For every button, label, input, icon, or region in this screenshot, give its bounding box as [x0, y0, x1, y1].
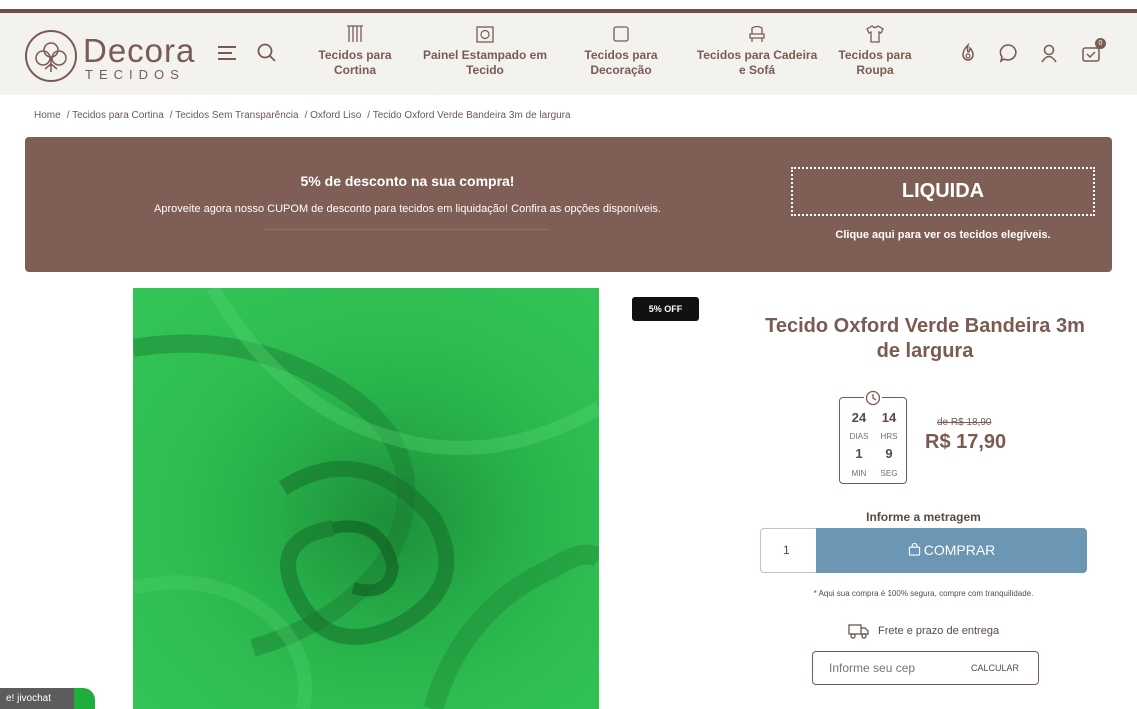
clock-icon — [864, 389, 882, 407]
chair-icon — [749, 25, 765, 42]
breadcrumb-home[interactable]: Home — [34, 110, 61, 121]
frame-icon — [476, 26, 494, 43]
discount-badge: 5% OFF — [632, 297, 699, 321]
nav-label-line2: Cortina — [334, 63, 376, 77]
promo-text: Aproveite agora nosso CUPOM de desconto … — [154, 203, 661, 215]
cart-count-badge: 0 — [1095, 38, 1106, 49]
nav-label-line1: Painel Estampado em — [422, 48, 548, 62]
breadcrumb-sem-transparencia[interactable]: Tecidos Sem Transparência — [175, 110, 298, 121]
search-icon[interactable] — [256, 42, 278, 64]
calculate-shipping-button[interactable]: CALCULAR — [971, 663, 1019, 673]
flame-icon[interactable] — [957, 42, 979, 64]
shipping-label: Frete e prazo de entrega — [878, 625, 1000, 637]
brand-logo[interactable]: Decora TECIDOS — [25, 28, 194, 84]
chat-icon[interactable] — [998, 42, 1020, 64]
coupon-code-button[interactable]: LIQUIDA — [791, 167, 1095, 216]
product-image[interactable] — [133, 288, 599, 709]
buy-button-label: COMPRAR — [923, 542, 996, 558]
nav-label-line2: Tecido — [466, 63, 504, 77]
timer-minutes: 1 — [855, 446, 863, 461]
secure-note: * Aqui sua compra é 100% segura, compre … — [813, 589, 1034, 598]
nav-label-line1: Tecidos para — [318, 48, 392, 62]
timer-days: 24 — [851, 410, 867, 425]
jivochat-label: e! jivochat — [0, 688, 74, 709]
bag-icon — [908, 542, 920, 556]
timer-days-label: DIAS — [849, 432, 869, 441]
countdown-timer: 24 DIAS 14 HRS 1 MIN 9 SEG — [839, 389, 907, 484]
site-header: Decora TECIDOS Tecidos para Cortina Pain… — [0, 13, 1137, 95]
truck-icon — [848, 624, 869, 639]
breadcrumb: Home / Tecidos para Cortina / Tecidos Sem … — [34, 110, 571, 121]
promo-banner: 5% de desconto na sua compra! Aproveite … — [25, 137, 1112, 272]
nav-label-line1: Tecidos para — [584, 48, 658, 62]
buy-button[interactable]: COMPRAR — [816, 528, 1087, 573]
nav-item-roupa[interactable]: Tecidos para Roupa — [835, 24, 915, 78]
cep-input[interactable] — [829, 661, 949, 675]
nav-label-line1: Tecidos para Cadeira — [696, 48, 818, 62]
nav-item-cadeira-sofa[interactable]: Tecidos para Cadeira e Sofá — [690, 24, 824, 78]
brand-name: Decora — [83, 32, 196, 69]
timer-seconds: 9 — [885, 446, 893, 461]
breadcrumb-cortina[interactable]: Tecidos para Cortina — [72, 110, 164, 121]
quantity-input[interactable]: 1 — [760, 528, 816, 573]
nav-item-cortina[interactable]: Tecidos para Cortina — [310, 24, 400, 78]
nav-label-line1: Tecidos para — [838, 48, 912, 62]
nav-label-line2: Decoração — [590, 63, 652, 77]
curtain-icon — [347, 25, 363, 42]
user-icon[interactable] — [1038, 42, 1060, 64]
product-title: Tecido Oxford Verde Bandeira 3m de largu… — [760, 314, 1090, 364]
timer-minutes-label: MIN — [851, 469, 867, 478]
cotton-logo-icon — [25, 30, 77, 82]
brand-subtitle: TECIDOS — [85, 67, 185, 82]
product-title-line2: de largura — [876, 340, 974, 362]
jivochat-widget[interactable]: e! jivochat — [0, 688, 95, 709]
breadcrumb-current: Tecido Oxford Verde Bandeira 3m de largu… — [372, 110, 571, 121]
shipping-section: Frete e prazo de entrega — [848, 623, 999, 639]
product-title-line1: Tecido Oxford Verde Bandeira 3m — [765, 315, 1085, 337]
timer-seconds-label: SEG — [880, 469, 898, 478]
timer-hours-label: HRS — [880, 432, 898, 441]
promo-divider — [265, 229, 550, 230]
promo-title: 5% de desconto na sua compra! — [300, 173, 515, 189]
menu-icon[interactable] — [216, 43, 238, 63]
nav-item-decoracao[interactable]: Tecidos para Decoração — [575, 24, 667, 78]
cushion-icon — [613, 26, 629, 42]
price-original: de R$ 18,90 — [937, 417, 992, 428]
nav-label-line2: Roupa — [856, 63, 894, 77]
nav-item-painel[interactable]: Painel Estampado em Tecido — [418, 24, 552, 78]
shirt-icon — [866, 25, 884, 43]
timer-hours: 14 — [881, 410, 897, 425]
cart-icon[interactable]: 0 — [1080, 38, 1106, 64]
breadcrumb-oxford-liso[interactable]: Oxford Liso — [310, 110, 361, 121]
nav-label-line2: e Sofá — [738, 63, 775, 77]
cep-form: CALCULAR — [812, 651, 1039, 685]
coupon-note-link[interactable]: Clique aqui para ver os tecidos elegívei… — [791, 229, 1095, 241]
price-current: R$ 17,90 — [925, 431, 1007, 453]
meter-label: Informe a metragem — [866, 510, 981, 524]
